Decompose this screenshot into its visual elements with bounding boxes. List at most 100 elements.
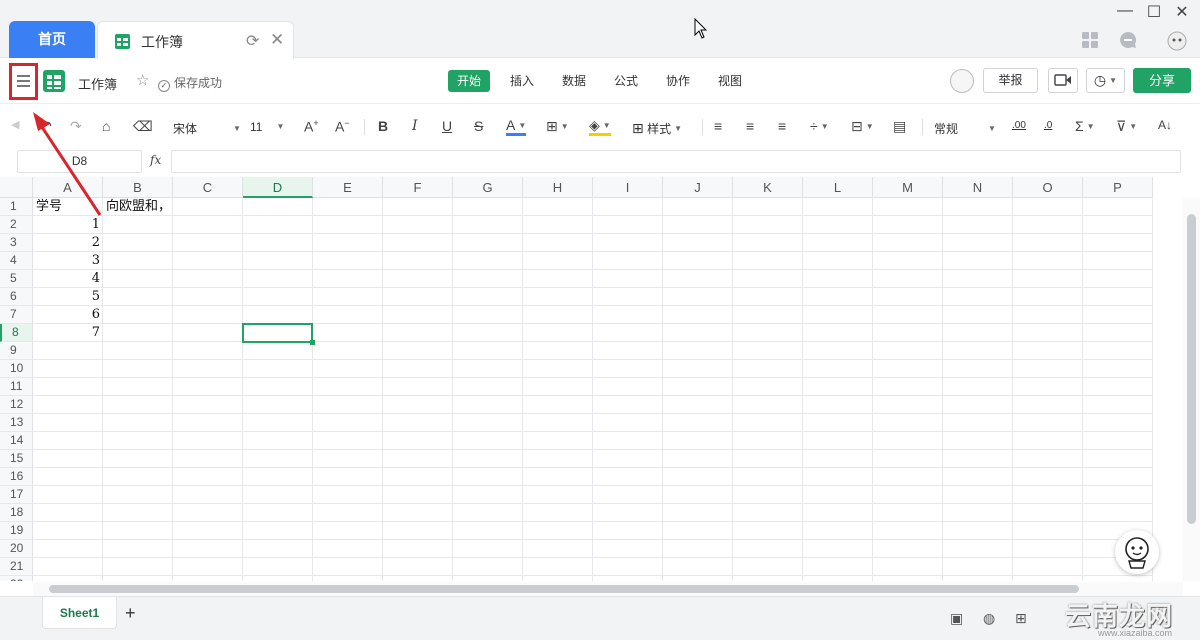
report-button[interactable]: 举报 (983, 68, 1038, 93)
ribbon-tab-formula[interactable]: 公式 (606, 70, 646, 92)
close-window-icon[interactable]: ✕ (1170, 2, 1194, 22)
horizontal-scroll-thumb[interactable] (49, 585, 1079, 593)
user-avatar-icon[interactable] (1167, 31, 1187, 51)
sort-button[interactable]: A↓ (1158, 118, 1172, 132)
tab-home[interactable]: 首页 (9, 21, 95, 58)
redo-icon[interactable]: ↷ (70, 118, 82, 135)
collaborator-avatar[interactable] (950, 69, 974, 93)
horizontal-scrollbar[interactable] (33, 582, 1183, 596)
ribbon-tab-insert[interactable]: 插入 (502, 70, 542, 92)
layout-view-icon[interactable]: ⊞ (1015, 610, 1027, 627)
column-header-e[interactable]: E (313, 177, 383, 198)
row-header-19[interactable]: 19 (0, 522, 33, 540)
format-painter-icon[interactable]: ⌂ (102, 118, 110, 134)
minimize-icon[interactable]: — (1113, 2, 1137, 20)
cell-a4[interactable]: 3 (33, 252, 100, 270)
ribbon-tab-view[interactable]: 视图 (710, 70, 750, 92)
add-sheet-button[interactable]: + (125, 603, 136, 624)
row-header-14[interactable]: 14 (0, 432, 33, 450)
merge-cells-button[interactable]: ⊟ ▼ (851, 118, 874, 135)
wrap-text-icon[interactable]: ▤ (893, 118, 906, 135)
undo-icon[interactable]: ↶ (40, 118, 52, 135)
column-header-j[interactable]: J (663, 177, 733, 198)
assistant-bot-icon[interactable] (1115, 530, 1159, 574)
sheet-status-icon[interactable]: ▣ (950, 610, 963, 627)
row-header-12[interactable]: 12 (0, 396, 33, 414)
cell-a5[interactable]: 4 (33, 270, 100, 288)
row-header-22[interactable]: 22 (0, 576, 33, 581)
vertical-scroll-thumb[interactable] (1187, 214, 1196, 524)
row-header-5[interactable]: 5 (0, 270, 33, 288)
column-header-l[interactable]: L (803, 177, 873, 198)
eraser-icon[interactable]: ⌫ (133, 118, 153, 135)
column-header-g[interactable]: G (453, 177, 523, 198)
row-header-7[interactable]: 7 (0, 306, 33, 324)
vertical-scrollbar[interactable] (1183, 198, 1200, 581)
fill-color-button[interactable]: ◈ ▼ (589, 118, 611, 136)
font-size-select[interactable]: 11 ▼ (250, 120, 284, 134)
cell-a1[interactable]: 学号 (36, 198, 62, 216)
cell-a7[interactable]: 6 (33, 306, 100, 324)
spreadsheet-grid[interactable]: ABCDEFGHIJKLMNOP 1 2 3 4 5 6 7 8 9 10 11 12 13 14 15 16… (0, 177, 1200, 581)
active-cell-selection[interactable] (242, 323, 315, 345)
column-header-f[interactable]: F (383, 177, 453, 198)
share-button[interactable]: 分享 (1133, 68, 1191, 93)
row-header-2[interactable]: 2 (0, 216, 33, 234)
cell-a6[interactable]: 5 (33, 288, 100, 306)
bold-button[interactable]: B (378, 118, 388, 134)
column-header-p[interactable]: P (1083, 177, 1153, 198)
row-header-11[interactable]: 11 (0, 378, 33, 396)
align-left-icon[interactable]: ≡ (714, 118, 722, 134)
cell-a2[interactable]: 1 (33, 216, 100, 234)
formula-input[interactable] (171, 150, 1181, 173)
toolbar-scroll-left-icon[interactable]: ◀ (11, 118, 19, 131)
row-header-15[interactable]: 15 (0, 450, 33, 468)
maximize-icon[interactable]: ☐ (1142, 2, 1166, 22)
fill-handle[interactable] (310, 340, 315, 345)
row-header-4[interactable]: 4 (0, 252, 33, 270)
row-header-18[interactable]: 18 (0, 504, 33, 522)
number-format-select[interactable]: 常规 ▼ (934, 120, 996, 137)
chat-icon[interactable] (1119, 31, 1137, 49)
underline-button[interactable]: U (442, 118, 452, 134)
filter-button[interactable]: ⊽ ▼ (1116, 118, 1137, 135)
main-menu-button[interactable] (9, 63, 38, 100)
row-header-1[interactable]: 1 (0, 198, 33, 216)
history-button[interactable]: ◷ ▼ (1086, 68, 1125, 93)
column-header-b[interactable]: B (103, 177, 173, 198)
ribbon-tab-start[interactable]: 开始 (448, 70, 490, 92)
column-header-h[interactable]: H (523, 177, 593, 198)
video-meeting-button[interactable] (1048, 68, 1078, 93)
row-header-3[interactable]: 3 (0, 234, 33, 252)
cell-a8[interactable]: 7 (33, 324, 100, 342)
ribbon-tab-data[interactable]: 数据 (554, 70, 594, 92)
cell-b1[interactable]: 向欧盟和， (106, 198, 171, 216)
row-header-13[interactable]: 13 (0, 414, 33, 432)
row-header-21[interactable]: 21 (0, 558, 33, 576)
vertical-align-button[interactable]: ÷ ▼ (810, 118, 829, 134)
column-header-o[interactable]: O (1013, 177, 1083, 198)
ribbon-tab-collab[interactable]: 协作 (658, 70, 698, 92)
sum-button[interactable]: Σ ▼ (1075, 118, 1095, 134)
row-header-6[interactable]: 6 (0, 288, 33, 306)
sheet-tab-sheet1[interactable]: Sheet1 (42, 597, 117, 629)
cell-a3[interactable]: 2 (33, 234, 100, 252)
align-right-icon[interactable]: ≡ (778, 118, 786, 134)
row-header-16[interactable]: 16 (0, 468, 33, 486)
globe-icon[interactable]: ◍ (983, 610, 995, 627)
column-header-n[interactable]: N (943, 177, 1013, 198)
select-all-corner[interactable] (0, 177, 33, 198)
row-header-20[interactable]: 20 (0, 540, 33, 558)
increase-decimal-button[interactable]: .00 (1012, 120, 1026, 131)
row-header-10[interactable]: 10 (0, 360, 33, 378)
italic-button[interactable]: I (412, 118, 418, 134)
align-center-icon[interactable]: ≡ (746, 118, 754, 134)
decrease-decimal-button[interactable]: .0 (1044, 120, 1052, 131)
name-box[interactable]: D8 (17, 150, 142, 173)
strikethrough-button[interactable]: S (474, 118, 483, 134)
tab-workbook[interactable]: 工作簿 ⟳ ✕ (97, 21, 294, 59)
cell-style-button[interactable]: ⊞ 样式 ▼ (632, 120, 682, 137)
font-name-select[interactable]: 宋体 ▼ (173, 120, 241, 137)
document-name[interactable]: 工作簿 (78, 74, 117, 93)
column-header-k[interactable]: K (733, 177, 803, 198)
